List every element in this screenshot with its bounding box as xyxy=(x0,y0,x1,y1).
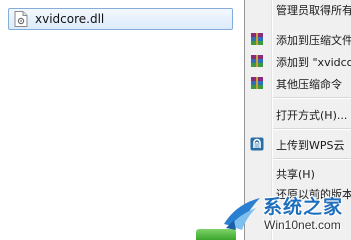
menu-item-take-ownership[interactable]: 管理员取得所有 xyxy=(245,0,351,19)
watermark-title: 系统之家 xyxy=(263,196,344,218)
menu-item-add-to-archive[interactable]: 添加到压缩文件 xyxy=(245,29,351,49)
menu-item-label: 共享(H) xyxy=(276,168,315,181)
menu-item-other-compress[interactable]: 其他压缩命令 xyxy=(245,73,351,93)
menu-item-add-to-named-archive[interactable]: 添加到 "xvidco xyxy=(245,51,351,71)
menu-item-upload-wps-cloud[interactable]: 上传到WPS云 xyxy=(245,134,351,154)
menu-item-label: 上传到WPS云 xyxy=(276,139,345,152)
menu-item-share[interactable]: 共享(H) xyxy=(245,163,351,183)
menu-separator xyxy=(273,158,351,160)
menu-item-label: 添加到压缩文件 xyxy=(276,34,351,47)
system-home-logo-icon xyxy=(224,198,260,230)
winrar-archive-icon xyxy=(251,77,263,89)
dll-file-icon xyxy=(14,11,28,27)
file-name: xvidcore.dll xyxy=(35,12,105,26)
menu-item-label: 打开方式(H)... xyxy=(276,109,348,122)
menu-item-label: 管理员取得所有 xyxy=(276,4,351,17)
winrar-archive-icon xyxy=(251,33,263,45)
explorer-pane: xvidcore.dll xyxy=(0,0,244,240)
watermark: 系统之家 Win10net.com xyxy=(218,186,351,240)
menu-item-open-with[interactable]: 打开方式(H)... xyxy=(245,104,351,124)
winrar-archive-icon xyxy=(251,55,263,67)
menu-item-label: 添加到 "xvidco xyxy=(276,56,351,69)
wps-cloud-icon xyxy=(250,137,264,151)
watermark-url: Win10net.com xyxy=(264,218,341,232)
file-item-selected[interactable]: xvidcore.dll xyxy=(8,8,233,30)
menu-separator xyxy=(273,128,351,130)
menu-item-label: 其他压缩命令 xyxy=(276,78,342,91)
menu-separator xyxy=(273,97,351,99)
